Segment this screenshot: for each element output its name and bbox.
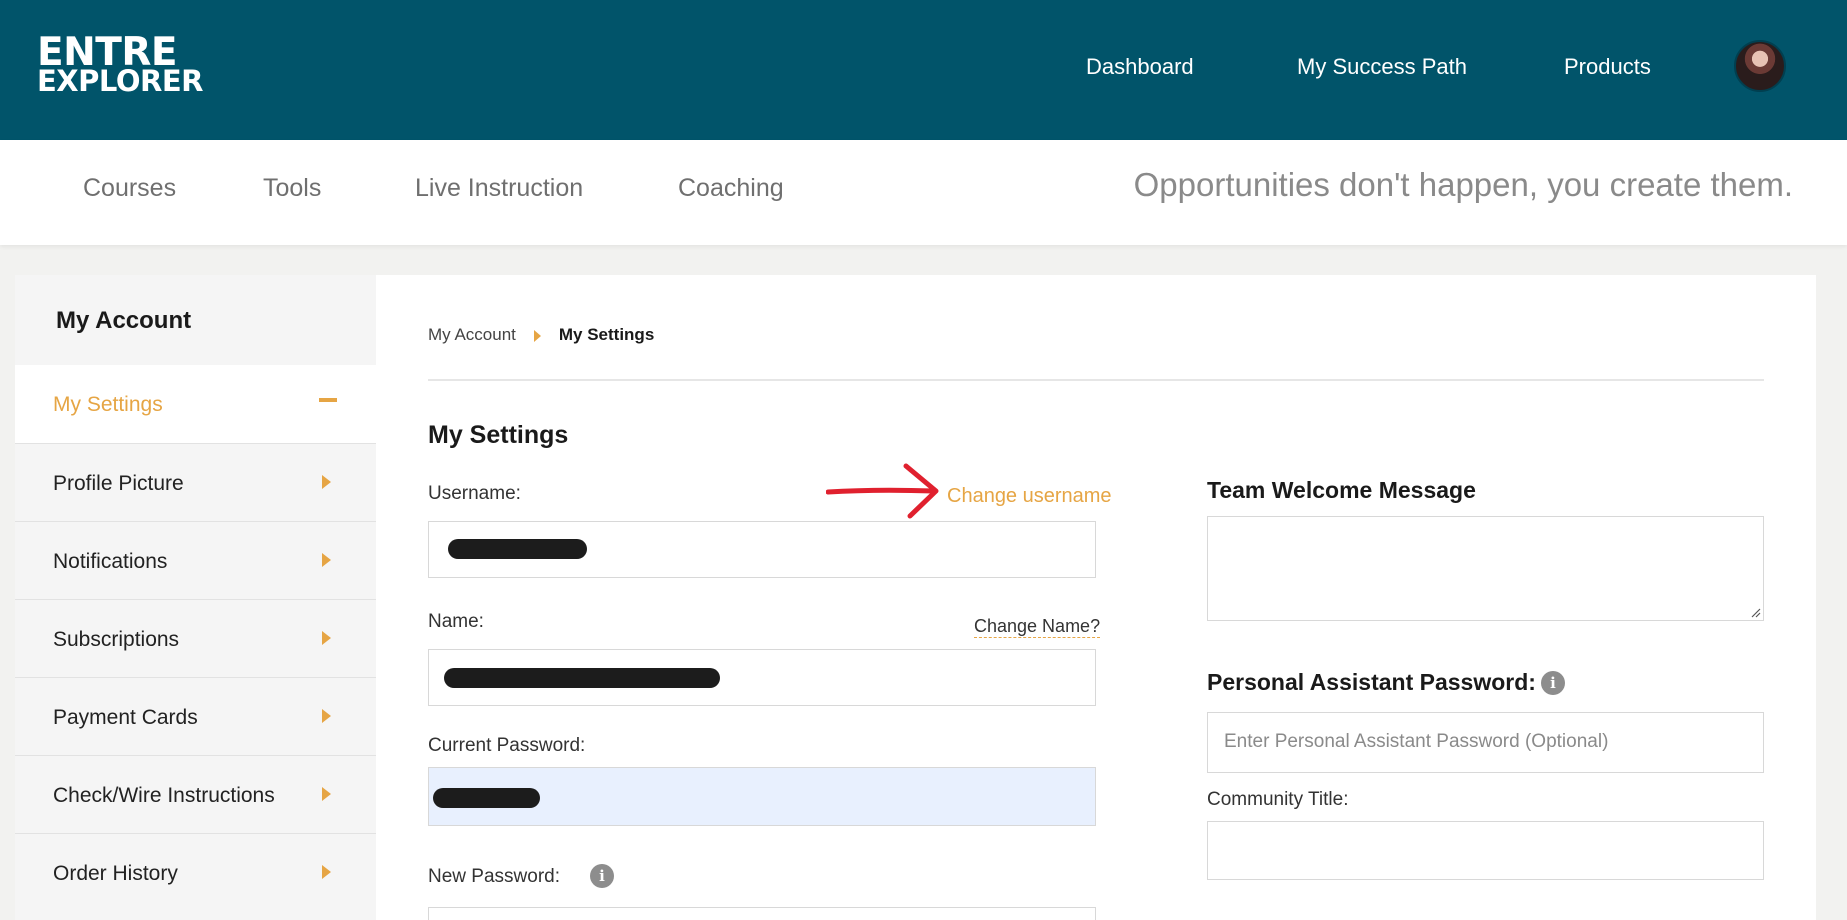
team-welcome-title: Team Welcome Message [1207, 477, 1476, 503]
subnav-courses[interactable]: Courses [83, 174, 176, 203]
annotation-arrow-icon [826, 463, 939, 519]
top-header: ENTRE EXPLORER Dashboard My Success Path… [0, 0, 1847, 140]
nav-my-success-path[interactable]: My Success Path [1297, 54, 1467, 80]
user-avatar[interactable] [1734, 40, 1786, 92]
sidebar-item-label: Order History [53, 862, 178, 885]
breadcrumb-current: My Settings [558, 325, 655, 344]
subnav-coaching[interactable]: Coaching [678, 174, 784, 203]
subnav-tools[interactable]: Tools [263, 174, 321, 203]
resize-handle-icon[interactable] [1751, 608, 1761, 618]
caret-right-icon [322, 865, 331, 879]
page-title: My Settings [428, 421, 569, 449]
sidebar-item-label: Payment Cards [53, 706, 198, 729]
divider [428, 379, 1764, 381]
breadcrumb: My Account My Settings [428, 325, 654, 345]
logo-line2: EXPLORER [37, 64, 204, 98]
caret-right-icon [322, 709, 331, 723]
logo[interactable]: ENTRE EXPLORER [37, 33, 204, 98]
change-username-link[interactable]: Change username [947, 485, 1112, 508]
sidebar-item-order-history[interactable]: Order History [15, 833, 376, 911]
community-title-label: Community Title: [1207, 789, 1349, 810]
tagline: Opportunities don't happen, you create t… [1133, 166, 1793, 203]
secondary-nav-bar: Courses Tools Live Instruction Coaching … [0, 140, 1847, 245]
sidebar-item-label: Profile Picture [53, 472, 184, 495]
breadcrumb-root[interactable]: My Account [428, 325, 516, 344]
sidebar-item-payment-cards[interactable]: Payment Cards [15, 677, 376, 755]
redacted-text [433, 788, 540, 808]
name-label: Name: [428, 611, 484, 632]
caret-right-icon [322, 553, 331, 567]
team-welcome-textarea[interactable] [1207, 516, 1764, 621]
nav-products[interactable]: Products [1564, 54, 1651, 80]
current-password-field[interactable] [428, 767, 1096, 826]
pa-password-title: Personal Assistant Password: [1207, 669, 1536, 695]
caret-right-icon [322, 475, 331, 489]
current-password-label: Current Password: [428, 735, 586, 756]
name-field[interactable] [428, 649, 1096, 706]
sidebar-item-profile-picture[interactable]: Profile Picture [15, 443, 376, 521]
info-icon[interactable]: i [590, 864, 614, 888]
sidebar-item-label: My Settings [53, 393, 163, 416]
caret-right-icon [322, 631, 331, 645]
sidebar-item-my-settings[interactable]: My Settings [15, 365, 376, 443]
sidebar-item-label: Notifications [53, 550, 168, 573]
caret-right-icon [322, 787, 331, 801]
username-field[interactable] [428, 521, 1096, 578]
username-label: Username: [428, 483, 521, 504]
sidebar-item-label: Check/Wire Instructions [53, 784, 275, 807]
community-title-field[interactable] [1207, 821, 1764, 880]
change-name-link[interactable]: Change Name? [974, 616, 1101, 638]
sidebar-item-subscriptions[interactable]: Subscriptions [15, 599, 376, 677]
account-sidebar: My Account My Settings Profile Picture N… [15, 275, 376, 920]
info-icon[interactable]: i [1541, 671, 1565, 695]
sidebar-item-label: Subscriptions [53, 628, 180, 651]
subnav-live-instruction[interactable]: Live Instruction [415, 174, 583, 203]
sidebar-title: My Account [56, 307, 192, 334]
sidebar-item-check-wire-instructions[interactable]: Check/Wire Instructions [15, 755, 376, 833]
redacted-text [444, 668, 720, 688]
settings-content: My Account My Settings My Settings Userna… [376, 275, 1816, 920]
nav-dashboard[interactable]: Dashboard [1086, 54, 1194, 80]
collapse-icon [319, 398, 337, 402]
pa-password-field[interactable]: Enter Personal Assistant Password (Optio… [1207, 712, 1764, 773]
account-card: My Account My Settings Profile Picture N… [15, 275, 1816, 920]
new-password-label: New Password: [428, 866, 560, 887]
new-password-field[interactable] [428, 907, 1096, 920]
breadcrumb-separator-icon [533, 329, 541, 342]
pa-password-placeholder: Enter Personal Assistant Password (Optio… [1224, 731, 1609, 752]
redacted-text [448, 539, 587, 559]
sidebar-item-notifications[interactable]: Notifications [15, 521, 376, 599]
